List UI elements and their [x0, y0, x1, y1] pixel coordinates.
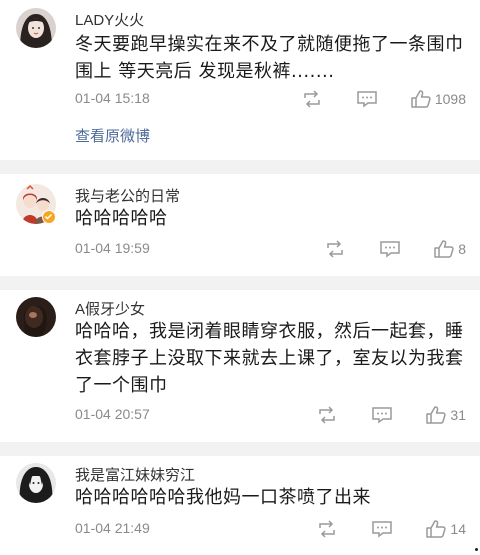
comment-text: 哈哈哈哈哈哈我他妈一口茶喷了出来 [75, 487, 371, 508]
comment-button[interactable] [356, 90, 378, 108]
username[interactable]: 我是富江妹妹穷江 [75, 464, 195, 485]
comment-meta: 01-04 20:57 31 [75, 404, 466, 426]
repost-button[interactable] [316, 520, 338, 538]
like-count: 1098 [434, 91, 466, 107]
divider [0, 160, 480, 174]
comment-button[interactable] [371, 520, 393, 538]
timestamp: 01-04 15:18 [75, 90, 150, 106]
comment-text: 哈哈哈，我是闭着眼睛穿衣服，然后一起套，睡衣套脖子上没取下来就去上课了，室友以为… [75, 321, 464, 396]
repost-icon [319, 406, 336, 424]
timestamp: 01-04 21:49 [75, 520, 150, 536]
action-bar: 1098 [301, 88, 466, 110]
comment-card: 我与老公的日常 哈哈哈哈哈 01-04 19:59 8 [0, 174, 480, 276]
like-button[interactable]: 8 [434, 240, 466, 258]
comment-meta: 01-04 15:18 1098 [75, 88, 466, 110]
action-bar: 8 [324, 238, 466, 260]
username[interactable]: LADY火火 [75, 9, 144, 30]
verified-badge [42, 210, 56, 224]
username[interactable]: 我与老公的日常 [75, 185, 180, 206]
action-bar: 14 [316, 518, 466, 540]
thumbs-up-icon [411, 90, 431, 108]
comment-text: 冬天要跑早操实在来不及了就随便拖了一条围巾围上 等天亮后 发现是秋裤......… [75, 34, 464, 82]
like-count: 8 [458, 241, 466, 257]
comment-icon [372, 407, 393, 424]
corner-mark [475, 548, 478, 551]
thumbs-up-icon [426, 520, 447, 538]
repost-button[interactable] [316, 406, 338, 424]
avatar[interactable] [16, 297, 56, 337]
comment-button[interactable] [371, 406, 393, 424]
like-count: 31 [450, 407, 466, 423]
like-button[interactable]: 31 [426, 406, 466, 424]
username[interactable]: A假牙少女 [75, 298, 145, 319]
thumbs-up-icon [426, 406, 447, 424]
timestamp: 01-04 19:59 [75, 240, 150, 256]
comment-icon [357, 91, 377, 108]
avatar[interactable] [16, 8, 56, 48]
like-button[interactable]: 14 [426, 520, 466, 538]
like-button[interactable]: 1098 [411, 90, 466, 108]
repost-icon [319, 520, 336, 538]
avatar[interactable] [16, 463, 56, 503]
divider [0, 276, 480, 290]
comment-icon [380, 241, 400, 258]
repost-icon [327, 240, 343, 258]
divider [0, 442, 480, 456]
action-bar: 31 [316, 404, 466, 426]
verified-icon [44, 213, 53, 220]
repost-button[interactable] [301, 90, 323, 108]
comment-card: LADY火火 冬天要跑早操实在来不及了就随便拖了一条围巾围上 等天亮后 发现是秋… [0, 0, 480, 160]
timestamp: 01-04 20:57 [75, 406, 150, 422]
comment-meta: 01-04 21:49 14 [75, 518, 466, 540]
like-count: 14 [450, 521, 466, 537]
repost-icon [304, 90, 320, 108]
comment-button[interactable] [379, 240, 401, 258]
view-original-post-link[interactable]: 查看原微博 [75, 125, 150, 146]
comment-meta: 01-04 19:59 8 [75, 238, 466, 260]
thumbs-up-icon [434, 240, 454, 258]
repost-button[interactable] [324, 240, 346, 258]
comment-icon [372, 521, 393, 538]
comment-text: 哈哈哈哈哈 [75, 208, 168, 229]
comment-card: A假牙少女 哈哈哈，我是闭着眼睛穿衣服，然后一起套，睡衣套脖子上没取下来就去上课… [0, 290, 480, 442]
comment-card: 我是富江妹妹穷江 哈哈哈哈哈哈我他妈一口茶喷了出来 01-04 21:49 14 [0, 456, 480, 555]
